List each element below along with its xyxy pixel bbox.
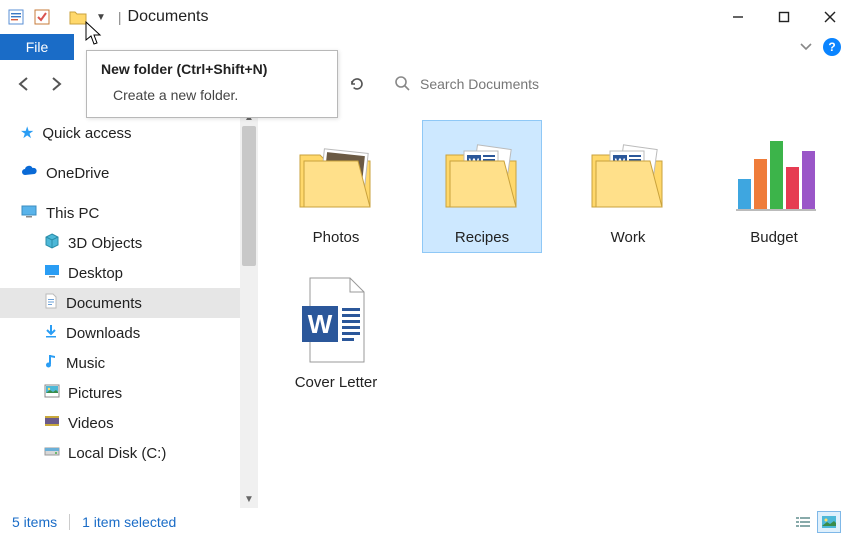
qat-dropdown-caret-icon[interactable]: ▼ bbox=[96, 12, 106, 23]
status-bar: 5 items 1 item selected bbox=[0, 508, 853, 535]
nav-label: 3D Objects bbox=[68, 235, 142, 252]
cube-icon bbox=[44, 233, 60, 253]
disk-icon bbox=[44, 444, 60, 462]
help-button[interactable]: ? bbox=[823, 38, 841, 56]
cloud-icon bbox=[20, 164, 38, 182]
tooltip-new-folder: New folder (Ctrl+Shift+N) Create a new f… bbox=[86, 50, 338, 118]
video-icon bbox=[44, 414, 60, 432]
nav-label: Documents bbox=[66, 295, 142, 312]
scroll-track[interactable] bbox=[240, 126, 258, 490]
picture-icon bbox=[44, 384, 60, 402]
forward-button[interactable] bbox=[44, 72, 68, 96]
minimize-button[interactable] bbox=[715, 0, 761, 34]
content-area[interactable]: Photos W Recipes bbox=[258, 108, 853, 508]
navigation-pane: ★ Quick access OneDrive This PC 3D Objec… bbox=[0, 108, 258, 508]
download-icon bbox=[44, 323, 58, 343]
view-largeicons-button[interactable] bbox=[817, 511, 841, 533]
qat-check-icon[interactable] bbox=[32, 7, 52, 27]
nav-label: Pictures bbox=[68, 385, 122, 402]
refresh-button[interactable] bbox=[342, 76, 372, 92]
nav-pictures[interactable]: Pictures bbox=[0, 378, 258, 408]
star-icon: ★ bbox=[20, 123, 34, 143]
ribbon-expand-chevron-icon[interactable] bbox=[799, 40, 813, 54]
search-icon bbox=[394, 75, 410, 94]
nav-label: Local Disk (C:) bbox=[68, 445, 166, 462]
nav-label: This PC bbox=[46, 205, 99, 222]
nav-onedrive[interactable]: OneDrive bbox=[0, 158, 258, 188]
file-tab[interactable]: File bbox=[0, 34, 74, 60]
scroll-thumb[interactable] bbox=[242, 126, 256, 266]
maximize-button[interactable] bbox=[761, 0, 807, 34]
nav-label: Quick access bbox=[42, 125, 131, 142]
item-photos[interactable]: Photos bbox=[276, 120, 396, 253]
nav-label: Desktop bbox=[68, 265, 123, 282]
folder-recipes-icon: W bbox=[434, 127, 530, 223]
item-label: Cover Letter bbox=[295, 374, 378, 391]
nav-quick-access[interactable]: ★ Quick access bbox=[0, 118, 258, 148]
window-title: Documents bbox=[128, 8, 209, 26]
close-button[interactable] bbox=[807, 0, 853, 34]
tooltip-body: Create a new folder. bbox=[101, 87, 323, 103]
item-work[interactable]: W Work bbox=[568, 120, 688, 253]
desktop-icon bbox=[44, 264, 60, 282]
scroll-down-arrow-icon[interactable]: ▼ bbox=[240, 490, 258, 508]
back-button[interactable] bbox=[12, 72, 36, 96]
search-placeholder: Search Documents bbox=[420, 76, 539, 92]
item-label: Photos bbox=[313, 229, 360, 246]
nav-desktop[interactable]: Desktop bbox=[0, 258, 258, 288]
nav-local-disk[interactable]: Local Disk (C:) bbox=[0, 438, 258, 468]
nav-videos[interactable]: Videos bbox=[0, 408, 258, 438]
navpane-scrollbar[interactable]: ▲ ▼ bbox=[240, 108, 258, 508]
music-icon bbox=[44, 353, 58, 373]
word-file-icon: W bbox=[288, 272, 384, 368]
body: ★ Quick access OneDrive This PC 3D Objec… bbox=[0, 108, 853, 508]
item-label: Work bbox=[611, 229, 646, 246]
nav-documents[interactable]: Documents bbox=[0, 288, 258, 318]
folder-photos-icon bbox=[288, 127, 384, 223]
nav-this-pc[interactable]: This PC bbox=[0, 198, 258, 228]
nav-3d-objects[interactable]: 3D Objects bbox=[0, 228, 258, 258]
nav-downloads[interactable]: Downloads bbox=[0, 318, 258, 348]
tooltip-title: New folder (Ctrl+Shift+N) bbox=[101, 61, 323, 77]
item-label: Recipes bbox=[455, 229, 509, 246]
title-bar: ▼ | Documents bbox=[0, 0, 853, 34]
nav-music[interactable]: Music bbox=[0, 348, 258, 378]
title-separator: | bbox=[118, 9, 122, 25]
folder-work-icon: W bbox=[580, 127, 676, 223]
status-selected: 1 item selected bbox=[82, 514, 176, 530]
item-recipes[interactable]: W Recipes bbox=[422, 120, 542, 253]
nav-label: Videos bbox=[68, 415, 114, 432]
pc-icon bbox=[20, 204, 38, 222]
view-details-button[interactable] bbox=[791, 511, 815, 533]
status-separator bbox=[69, 514, 70, 530]
item-label: Budget bbox=[750, 229, 798, 246]
nav-label: Downloads bbox=[66, 325, 140, 342]
nav-label: OneDrive bbox=[46, 165, 109, 182]
item-budget[interactable]: Budget bbox=[714, 120, 834, 253]
status-item-count: 5 items bbox=[12, 514, 57, 530]
qat-properties-icon[interactable] bbox=[6, 7, 26, 27]
qat-newfolder-icon[interactable] bbox=[68, 7, 88, 27]
search-box[interactable]: Search Documents bbox=[380, 68, 841, 100]
svg-text:W: W bbox=[308, 309, 333, 339]
document-icon bbox=[44, 293, 58, 313]
item-cover-letter[interactable]: W Cover Letter bbox=[276, 265, 396, 398]
chart-icon bbox=[726, 127, 822, 223]
nav-label: Music bbox=[66, 355, 105, 372]
